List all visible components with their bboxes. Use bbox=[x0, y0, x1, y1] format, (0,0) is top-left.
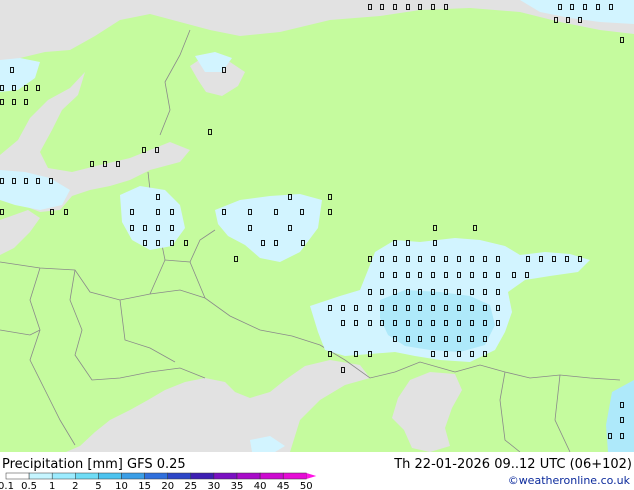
legend-label: 1 bbox=[49, 481, 55, 490]
legend-arrow bbox=[306, 473, 317, 479]
legend-label: 10 bbox=[115, 481, 128, 490]
legend-swatch bbox=[167, 472, 192, 480]
legend-label: 35 bbox=[231, 481, 244, 490]
legend-swatch bbox=[144, 472, 168, 480]
legend-label: 30 bbox=[208, 481, 221, 490]
precipitation-map bbox=[0, 0, 634, 452]
footer: Precipitation [mm] GFS 0.25 Th 22-01-202… bbox=[0, 452, 634, 490]
legend-label: 15 bbox=[138, 481, 151, 490]
legend-swatch bbox=[259, 472, 284, 480]
legend-label: 0.1 bbox=[0, 481, 14, 490]
legend-swatch bbox=[75, 472, 99, 480]
legend-swatch bbox=[51, 472, 76, 480]
legend-label: 45 bbox=[277, 481, 290, 490]
legend-swatch bbox=[213, 472, 238, 480]
legend-label: 20 bbox=[161, 481, 174, 490]
precipitation-legend: 0.1 0.5 1 2 5 10 15 20 25 30 35 40 45 50 bbox=[0, 472, 317, 490]
title-right: Th 22-01-2026 09..12 UTC (06+102) bbox=[394, 457, 632, 472]
legend-label: 5 bbox=[95, 481, 101, 490]
legend-label: 50 bbox=[300, 481, 313, 490]
legend-label: 40 bbox=[254, 481, 267, 490]
title-left: Precipitation [mm] GFS 0.25 bbox=[2, 457, 186, 472]
legend-swatch bbox=[28, 472, 53, 480]
legend-swatch bbox=[121, 472, 145, 480]
legend-label: 2 bbox=[72, 481, 78, 490]
legend-swatch bbox=[236, 472, 261, 480]
credit: ©weatheronline.co.uk bbox=[507, 474, 630, 487]
legend-label: 0.5 bbox=[21, 481, 37, 490]
legend-swatch bbox=[190, 472, 215, 480]
legend-swatch bbox=[98, 472, 122, 480]
legend-label: 25 bbox=[184, 481, 197, 490]
legend-swatch bbox=[5, 472, 30, 480]
legend-swatch bbox=[282, 472, 307, 480]
